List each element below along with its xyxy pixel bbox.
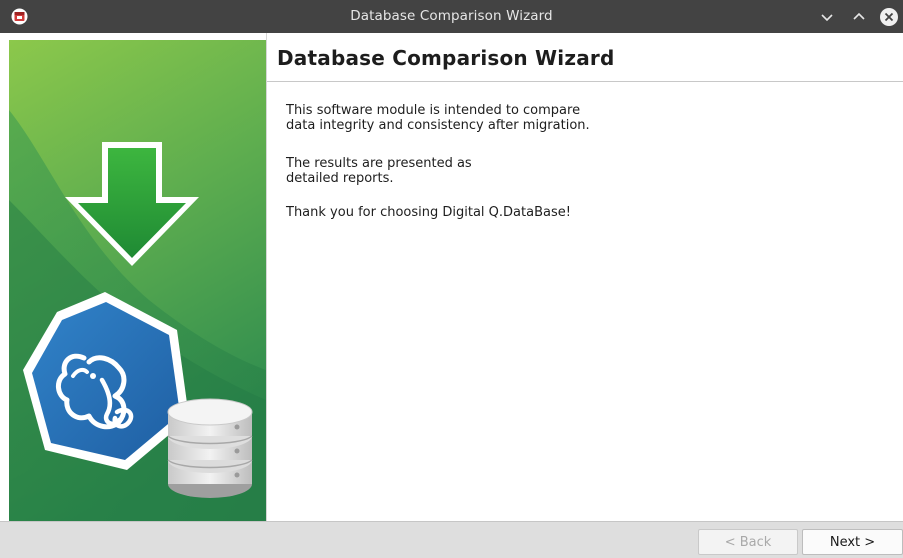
thanks-paragraph: Thank you for choosing Digital Q.DataBas… xyxy=(286,205,571,220)
wizard-window: Database Comparison Wizard Database Comp… xyxy=(0,0,903,558)
minimize-icon[interactable] xyxy=(817,7,837,27)
page-title: Database Comparison Wizard xyxy=(277,46,615,70)
sidebar-graphic xyxy=(9,40,266,521)
back-button: < Back xyxy=(698,529,798,555)
maximize-icon[interactable] xyxy=(849,7,869,27)
wizard-body: Database Comparison Wizard This software… xyxy=(0,33,903,521)
title-bar: Database Comparison Wizard xyxy=(0,0,903,33)
button-bar: < Back Next > xyxy=(0,521,903,558)
heading-divider xyxy=(267,81,903,82)
results-paragraph: The results are presented as detailed re… xyxy=(286,156,472,186)
intro-paragraph: This software module is intended to comp… xyxy=(286,103,590,133)
close-icon[interactable] xyxy=(879,7,899,27)
database-stack-icon xyxy=(167,398,253,498)
next-button[interactable]: Next > xyxy=(802,529,903,555)
wizard-content: Database Comparison Wizard This software… xyxy=(266,33,903,521)
window-title: Database Comparison Wizard xyxy=(350,8,553,24)
